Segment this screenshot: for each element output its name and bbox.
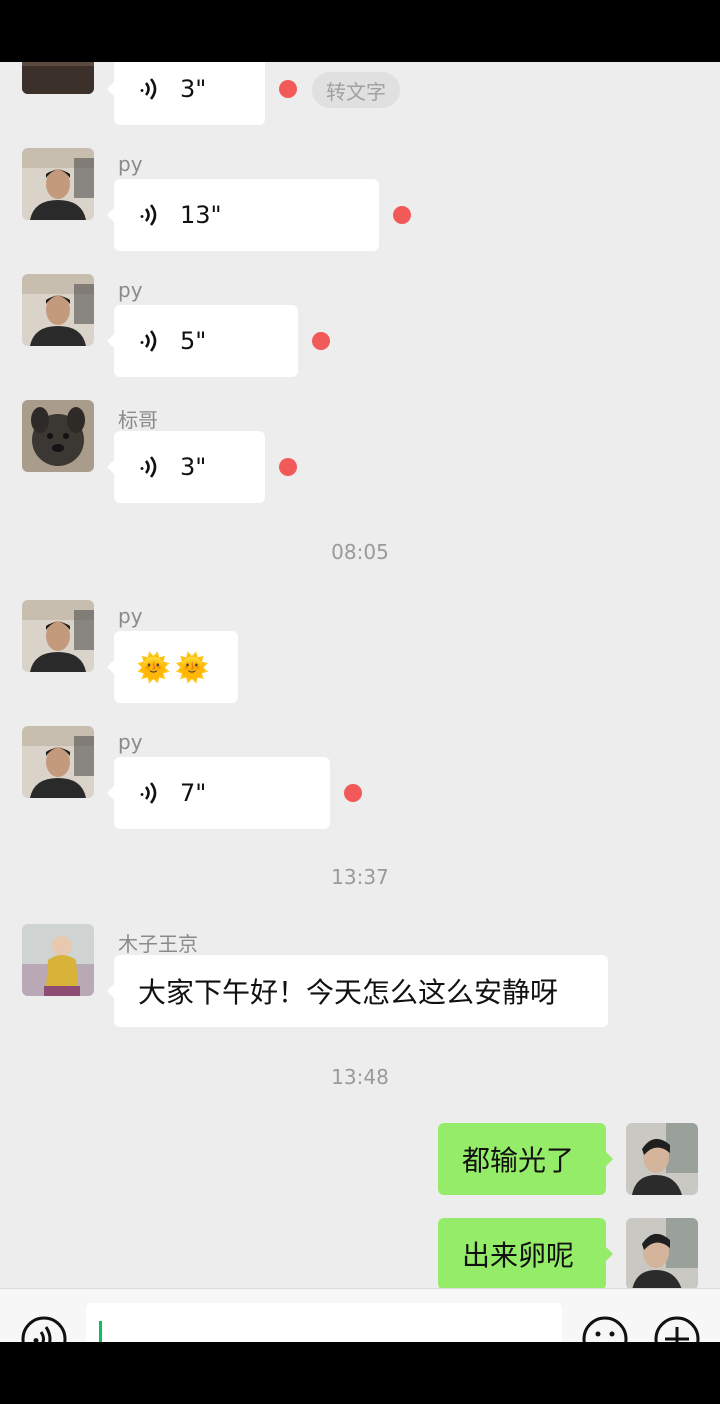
voice-duration: 3": [180, 453, 207, 481]
emoji-text: 🌞🌞: [136, 650, 214, 684]
voice-wave-icon: [140, 78, 157, 100]
voice-message-bubble[interactable]: 3": [107, 431, 265, 503]
text-caret: [99, 1321, 102, 1342]
input-bar: [0, 1288, 720, 1342]
avatar[interactable]: [22, 600, 94, 672]
to-text-button[interactable]: 转文字: [312, 72, 400, 108]
plus-icon[interactable]: [653, 1315, 701, 1342]
voice-wave-icon: [140, 330, 157, 352]
sender-name: 木子王京: [118, 932, 198, 956]
avatar[interactable]: [22, 924, 94, 996]
avatar[interactable]: [626, 1218, 698, 1288]
unread-dot-icon: [393, 206, 411, 224]
message-text: 出来卵呢: [462, 1239, 575, 1272]
voice-wave-icon: [140, 204, 157, 226]
sender-name: py: [118, 152, 143, 176]
unread-dot-icon: [279, 80, 297, 98]
voice-message-bubble[interactable]: 5": [107, 305, 298, 377]
voice-wave-icon: [140, 782, 157, 804]
avatar[interactable]: [22, 62, 94, 94]
timestamp: 13:37: [331, 865, 389, 889]
sender-name: py: [118, 604, 143, 628]
text-message-bubble[interactable]: 都输光了: [438, 1123, 613, 1195]
status-bar: [0, 0, 720, 62]
voice-duration: 5": [180, 327, 207, 355]
voice-duration: 7": [180, 779, 207, 807]
avatar[interactable]: [22, 400, 94, 472]
text-message-bubble[interactable]: 出来卵呢: [438, 1218, 613, 1288]
emoji-icon[interactable]: [581, 1315, 629, 1342]
avatar[interactable]: [22, 726, 94, 798]
message-input[interactable]: [86, 1303, 562, 1342]
avatar[interactable]: [22, 148, 94, 220]
unread-dot-icon: [344, 784, 362, 802]
message-text: 都输光了: [462, 1144, 575, 1177]
unread-dot-icon: [312, 332, 330, 350]
timestamp: 13:48: [331, 1065, 389, 1089]
voice-mode-icon[interactable]: [20, 1315, 68, 1342]
text-message-bubble[interactable]: 大家下午好！今天怎么这么安静呀: [107, 955, 608, 1027]
message-text: 大家下午好！今天怎么这么安静呀: [138, 976, 559, 1009]
emoji-message-bubble[interactable]: 🌞🌞: [107, 631, 238, 703]
navigation-bar: [0, 1342, 720, 1404]
voice-message-bubble[interactable]: 7": [107, 757, 330, 829]
timestamp: 08:05: [331, 540, 389, 564]
voice-duration: 3": [180, 75, 207, 103]
chat-area[interactable]: 3" 转文字 py 13" py 5" 标哥 3" 08:05 py 🌞🌞 py…: [0, 62, 720, 1288]
voice-wave-icon: [140, 456, 157, 478]
sender-name: py: [118, 278, 143, 302]
voice-duration: 13": [180, 201, 222, 229]
voice-message-bubble[interactable]: 3": [107, 62, 265, 125]
sender-name: py: [118, 730, 143, 754]
avatar[interactable]: [626, 1123, 698, 1195]
sender-name: 标哥: [118, 408, 158, 432]
unread-dot-icon: [279, 458, 297, 476]
avatar[interactable]: [22, 274, 94, 346]
voice-message-bubble[interactable]: 13": [107, 179, 379, 251]
